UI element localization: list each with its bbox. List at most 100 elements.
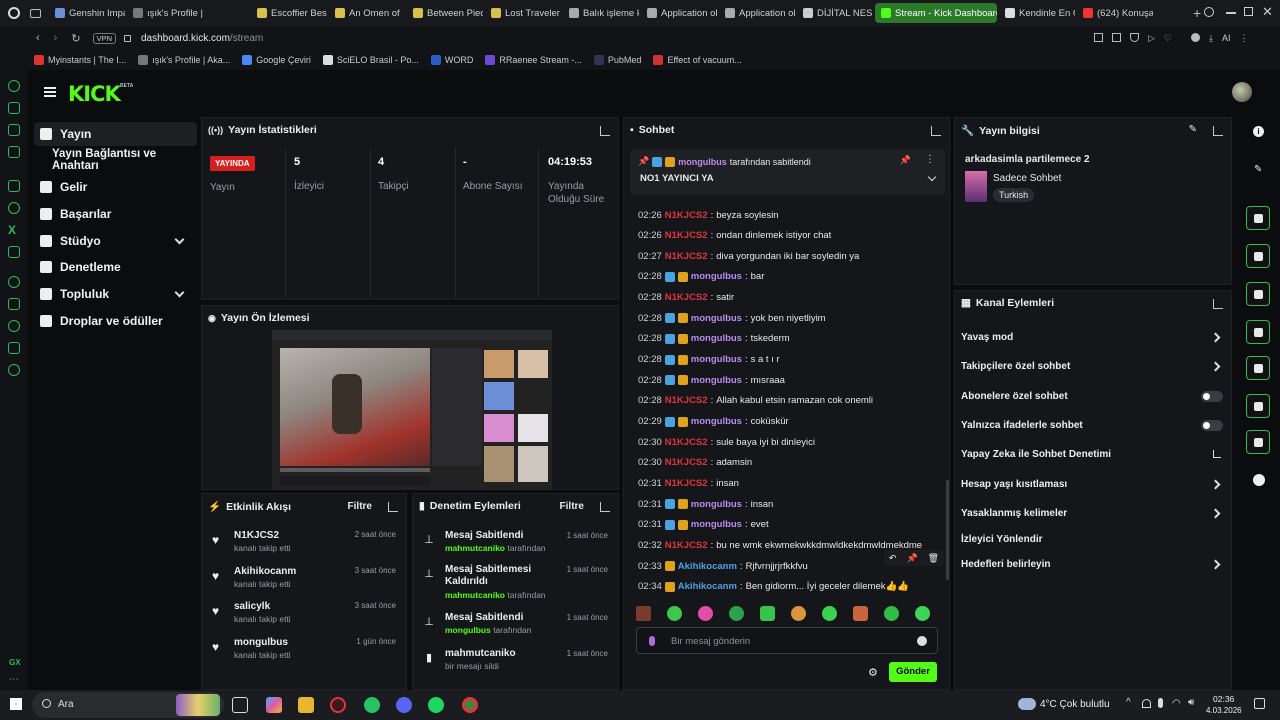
channel-action-item[interactable]: Yavaş mod <box>955 323 1231 351</box>
browser-tab[interactable]: Escoffier Bes <box>251 3 327 23</box>
close-window-button[interactable]: ✕ <box>1262 4 1273 20</box>
weather-text[interactable]: 4°C Çok bulutlu <box>1040 699 1110 710</box>
kick-logo[interactable]: KICK <box>68 82 121 106</box>
twitch-icon[interactable] <box>8 180 20 192</box>
channel-action-item[interactable]: Abonelere özel sohbet <box>955 382 1231 410</box>
chat-message[interactable]: 02:28 mongulbus: mısraaa <box>638 373 939 387</box>
windows-start-icon[interactable] <box>10 698 22 710</box>
nav-item[interactable]: Topluluk <box>34 282 197 306</box>
channel-action-item[interactable]: Yasaklanmış kelimeler <box>955 499 1231 527</box>
bookmark-item[interactable]: Myinstants | The I... <box>34 55 126 65</box>
chat-message[interactable]: 02:26 N1KJCS2: ondan dinlemek istiyor chat <box>638 229 939 243</box>
browser-tab[interactable]: Lost Traveler <box>485 3 561 23</box>
stack-icon[interactable] <box>8 146 20 158</box>
browser-tab[interactable]: Stream - Kick Dashboard <box>875 3 997 23</box>
wifi-icon[interactable]: ◠ <box>1172 698 1181 709</box>
emote-icon[interactable] <box>822 605 837 621</box>
popout-icon[interactable] <box>388 502 398 512</box>
cube-icon[interactable] <box>8 342 20 354</box>
layout-icon[interactable] <box>1246 394 1270 418</box>
channel-action-item[interactable]: Hedefleri belirleyin <box>955 550 1231 578</box>
chat-username[interactable]: Akihikocanm <box>678 561 737 572</box>
unpin-icon[interactable]: 📌 <box>900 155 911 166</box>
activity-item[interactable]: ♥ salicylk kanalı takip etti 3 saat önce <box>208 601 398 637</box>
play-icon[interactable]: ▷ <box>1148 33 1155 44</box>
chevron-down-icon[interactable] <box>174 234 185 245</box>
chat-message[interactable]: 02:31 N1KJCS2: insan <box>638 476 939 490</box>
spotify-taskbar-icon[interactable] <box>428 697 444 713</box>
nav-item[interactable]: Başarılar <box>34 202 197 226</box>
history-icon[interactable] <box>8 320 20 332</box>
browser-tab[interactable]: (624) Konuşan <box>1077 3 1153 23</box>
taskbar-search[interactable]: Ara <box>32 692 224 718</box>
copilot-icon[interactable] <box>266 697 282 713</box>
nav-item[interactable]: Droplar ve ödüller <box>34 309 197 333</box>
emote-icon[interactable] <box>915 605 930 621</box>
chat-username[interactable]: N1KJCS2 <box>665 230 708 241</box>
settings-icon[interactable] <box>8 364 20 376</box>
mic-tray-icon[interactable] <box>1158 698 1163 708</box>
discord-icon[interactable] <box>8 246 20 258</box>
reply-icon[interactable]: ↶ <box>889 553 897 564</box>
nav-item[interactable]: Gelir <box>34 175 197 199</box>
discord-taskbar-icon[interactable] <box>396 697 412 713</box>
tab-strip-icon[interactable] <box>30 8 41 18</box>
emote-icon[interactable] <box>729 605 744 621</box>
whatsapp-taskbar-icon[interactable] <box>364 697 380 713</box>
popout-icon[interactable] <box>600 502 610 512</box>
task-view-icon[interactable] <box>232 697 248 713</box>
stream-preview-video[interactable] <box>272 330 552 490</box>
chat-username[interactable]: Akihikocanm <box>678 581 737 592</box>
snapshot-icon[interactable] <box>1112 33 1121 42</box>
chat-username[interactable]: mongulbus <box>691 416 742 427</box>
browser-tab[interactable]: Application ol <box>719 3 795 23</box>
chat-username[interactable]: mongulbus <box>691 375 742 386</box>
chat-rail-icon[interactable] <box>1246 320 1270 344</box>
browser-tab[interactable]: Genshin Impac <box>49 3 125 23</box>
url-input[interactable]: dashboard.kick.com/stream <box>141 33 263 44</box>
chat-username[interactable]: N1KJCS2 <box>665 292 708 303</box>
search-tabs-icon[interactable] <box>1204 7 1214 17</box>
popout-icon[interactable] <box>1213 126 1223 136</box>
browser-tab[interactable]: Balık işleme k <box>563 3 639 23</box>
nav-item[interactable]: Yayın Bağlantısı ve Anahtarı <box>34 148 197 172</box>
chat-message[interactable]: 02:28 mongulbus: tskederm <box>638 332 939 346</box>
vpn-badge[interactable]: VPN <box>92 32 116 44</box>
bookmark-item[interactable]: PubMed <box>593 55 641 65</box>
pin-sidebar-icon[interactable] <box>8 298 20 310</box>
chat-username[interactable]: mongulbus <box>691 519 742 530</box>
chat-username[interactable]: mongulbus <box>691 271 742 282</box>
browser-tab[interactable]: Kendinle En Ç <box>999 3 1075 23</box>
more-sidebar-icon[interactable]: ⋯ <box>9 674 19 685</box>
heart-icon[interactable]: ♡ <box>1164 33 1172 44</box>
opera-logo-icon[interactable] <box>8 7 20 19</box>
notification-icon[interactable] <box>1254 698 1265 709</box>
chat-message[interactable]: 02:28 mongulbus: s a t ı r <box>638 353 939 367</box>
maps-icon[interactable] <box>8 102 20 114</box>
channel-action-item[interactable]: Takipçilere özel sohbet <box>955 352 1231 380</box>
chat-message[interactable]: 02:30 N1KJCS2: sule baya iyi bi dinleyici <box>638 435 939 449</box>
pinned-message[interactable]: 📌 mongulbus tarafından sabitlendi NO1 YA… <box>630 149 945 195</box>
chat-input[interactable]: Bir mesaj gönderin <box>636 627 938 654</box>
emoji-icon[interactable] <box>917 636 927 646</box>
popout-icon[interactable] <box>931 126 941 136</box>
chat-username[interactable]: mongulbus <box>691 499 742 510</box>
pin-message-icon[interactable]: 📌 <box>906 553 917 564</box>
chat-message[interactable]: 02:28 N1KJCS2: satir <box>638 291 939 305</box>
chat-message[interactable]: 02:28 mongulbus: bar <box>638 270 939 284</box>
chat-message[interactable]: 02:31 mongulbus: insan <box>638 497 939 511</box>
mod-action-item[interactable]: ▮ mahmutcaniko bir mesajı sildi 1 saat önce <box>419 648 610 689</box>
menu-icon[interactable]: ⋮ <box>1240 33 1249 44</box>
channel-action-item[interactable]: Hesap yaşı kısıtlaması <box>955 470 1231 498</box>
chrome-taskbar-icon[interactable] <box>462 697 478 713</box>
back-icon[interactable]: ‹ <box>36 32 40 44</box>
clock-date[interactable]: 4.03.2026 <box>1206 706 1242 715</box>
bookmark-item[interactable]: Google Çeviri <box>242 55 311 65</box>
chat-username[interactable]: N1KJCS2 <box>665 437 708 448</box>
filter-button[interactable]: Filtre <box>560 501 584 512</box>
chevron-down-icon[interactable] <box>927 172 937 182</box>
emote-icon[interactable] <box>760 605 775 621</box>
chat-username[interactable]: N1KJCS2 <box>665 478 708 489</box>
toggle-switch[interactable] <box>1201 390 1223 402</box>
forward-icon[interactable]: › <box>54 32 58 44</box>
